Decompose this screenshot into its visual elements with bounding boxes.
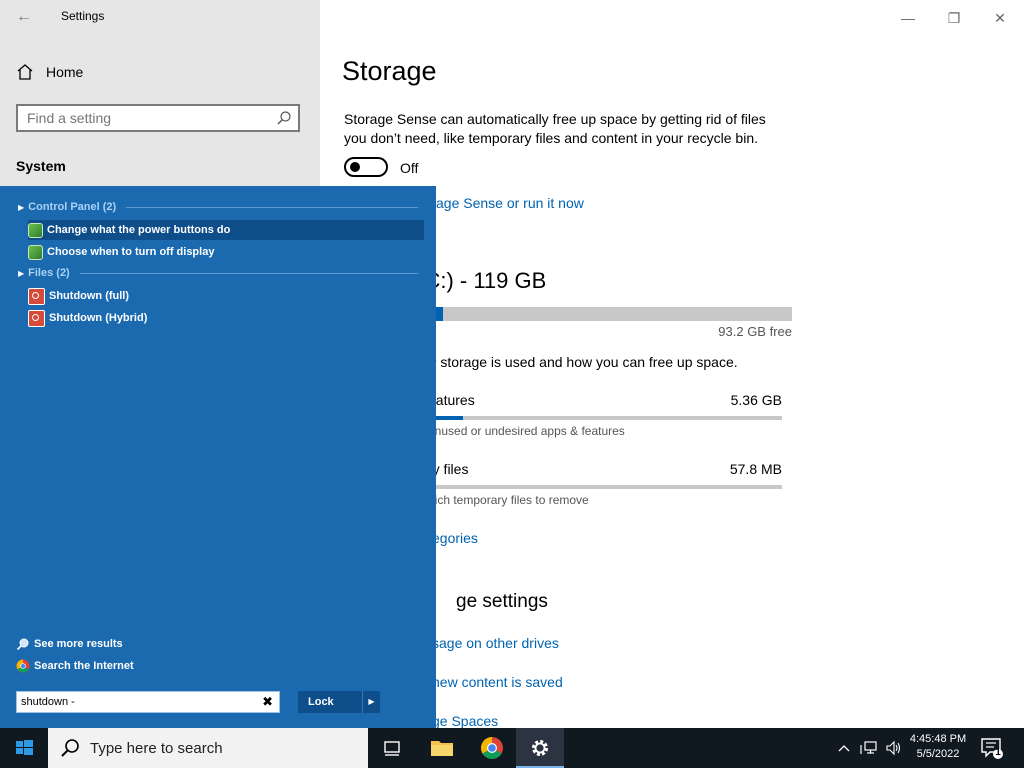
search-icon bbox=[16, 638, 29, 651]
group-label: Files (2) bbox=[28, 267, 70, 279]
window-title: Settings bbox=[61, 9, 105, 23]
file-explorer-button[interactable] bbox=[418, 728, 466, 768]
taskbar: Type here to search 4:45:48 PM 5/5/2022 … bbox=[0, 728, 1024, 768]
group-header-control-panel[interactable]: ▶ Control Panel (2) bbox=[18, 201, 418, 213]
result-label: Choose when to turn off display bbox=[47, 246, 215, 258]
show-hidden-icons-button[interactable] bbox=[834, 728, 854, 768]
category-size: 57.8 MB bbox=[729, 461, 782, 477]
storage-sense-description: Storage Sense can automatically free up … bbox=[344, 111, 766, 146]
search-result-item[interactable]: Choose when to turn off display bbox=[28, 242, 424, 262]
settings-taskbar-button[interactable] bbox=[516, 728, 564, 768]
search-internet-label: Search the Internet bbox=[34, 660, 134, 672]
task-view-button[interactable] bbox=[368, 728, 416, 768]
page-title: Storage bbox=[342, 56, 437, 86]
storage-spaces-link[interactable]: ge Spaces bbox=[432, 713, 498, 729]
taskbar-search-box[interactable]: Type here to search bbox=[48, 728, 368, 768]
configure-storage-sense-link[interactable]: age Sense or run it now bbox=[436, 195, 584, 211]
task-view-icon bbox=[384, 741, 400, 756]
clock-date: 5/5/2022 bbox=[916, 748, 960, 760]
result-label: Change what the power buttons do bbox=[47, 224, 231, 236]
result-label: Shutdown (Hybrid) bbox=[49, 312, 148, 324]
chrome-icon bbox=[481, 737, 503, 759]
home-icon bbox=[17, 64, 33, 80]
gear-icon bbox=[532, 740, 548, 756]
lock-button[interactable]: Lock bbox=[298, 691, 362, 713]
category-bar bbox=[428, 416, 782, 420]
power-icon bbox=[28, 287, 45, 305]
toggle-knob bbox=[350, 162, 360, 172]
control-panel-icon bbox=[28, 222, 43, 238]
see-more-results-link[interactable]: See more results bbox=[16, 637, 123, 651]
expand-triangle-icon: ▶ bbox=[18, 268, 25, 278]
search-internet-link[interactable]: Search the Internet bbox=[16, 659, 134, 673]
chrome-icon bbox=[16, 659, 30, 673]
clock-time: 4:45:48 PM bbox=[909, 733, 967, 745]
group-label: Control Panel (2) bbox=[28, 201, 117, 213]
power-options-arrow-button[interactable]: ▶ bbox=[362, 691, 380, 713]
network-icon bbox=[860, 741, 877, 754]
expand-triangle-icon: ▶ bbox=[18, 202, 25, 212]
toggle-state-label: Off bbox=[400, 160, 419, 176]
more-storage-settings-title: ge settings bbox=[456, 591, 548, 612]
sidebar-item-home[interactable]: Home bbox=[16, 63, 83, 81]
search-icon bbox=[61, 739, 79, 757]
taskbar-clock[interactable]: 4:45:48 PM 5/5/2022 bbox=[906, 732, 970, 762]
power-icon bbox=[28, 309, 45, 327]
category-subtext: unused or undesired apps & features bbox=[428, 424, 625, 438]
section-title-system: System bbox=[16, 158, 66, 174]
group-divider bbox=[126, 206, 418, 208]
new-content-link[interactable]: new content is saved bbox=[432, 674, 563, 690]
result-label: Shutdown (full) bbox=[49, 290, 130, 302]
start-search-input[interactable] bbox=[17, 692, 251, 712]
start-search-panel: ▶ Control Panel (2) Change what the powe… bbox=[0, 186, 436, 728]
clear-search-icon[interactable]: ✖ bbox=[262, 694, 273, 710]
control-panel-icon bbox=[28, 244, 43, 260]
search-result-item[interactable]: Change what the power buttons do bbox=[28, 220, 424, 240]
usage-description: ur storage is used and how you can free … bbox=[424, 354, 738, 370]
search-result-item[interactable]: Shutdown (Hybrid) bbox=[28, 308, 424, 328]
show-more-categories-link[interactable]: egories bbox=[432, 530, 478, 546]
back-arrow-icon[interactable]: ← bbox=[16, 8, 32, 26]
start-button[interactable] bbox=[0, 728, 48, 768]
chrome-button[interactable] bbox=[468, 728, 516, 768]
search-icon bbox=[277, 111, 291, 125]
notification-count-badge: 1 bbox=[995, 747, 1001, 758]
windows-logo-icon bbox=[16, 740, 33, 755]
category-subtext: hich temporary files to remove bbox=[428, 493, 589, 507]
category-bar bbox=[428, 485, 782, 489]
find-setting-input[interactable] bbox=[18, 106, 267, 130]
taskbar-search-placeholder: Type here to search bbox=[90, 739, 223, 757]
action-center-button[interactable]: 1 bbox=[980, 736, 1004, 760]
search-result-item[interactable]: Shutdown (full) bbox=[28, 286, 424, 306]
start-search-field[interactable]: ✖ bbox=[16, 691, 280, 713]
group-header-files[interactable]: ▶ Files (2) bbox=[18, 267, 418, 279]
group-divider bbox=[79, 272, 418, 274]
see-more-label: See more results bbox=[34, 638, 123, 650]
category-size: 5.36 GB bbox=[730, 392, 782, 408]
home-label: Home bbox=[46, 64, 84, 80]
volume-button[interactable] bbox=[884, 728, 904, 768]
speaker-icon bbox=[886, 740, 901, 756]
find-setting-field[interactable] bbox=[16, 104, 300, 132]
drive-free-text: 93.2 GB free bbox=[718, 324, 792, 339]
network-button[interactable] bbox=[858, 728, 880, 768]
other-drives-link[interactable]: sage on other drives bbox=[432, 635, 559, 651]
folder-icon bbox=[431, 741, 453, 756]
chevron-up-icon bbox=[838, 745, 850, 752]
storage-sense-toggle[interactable] bbox=[344, 157, 388, 177]
